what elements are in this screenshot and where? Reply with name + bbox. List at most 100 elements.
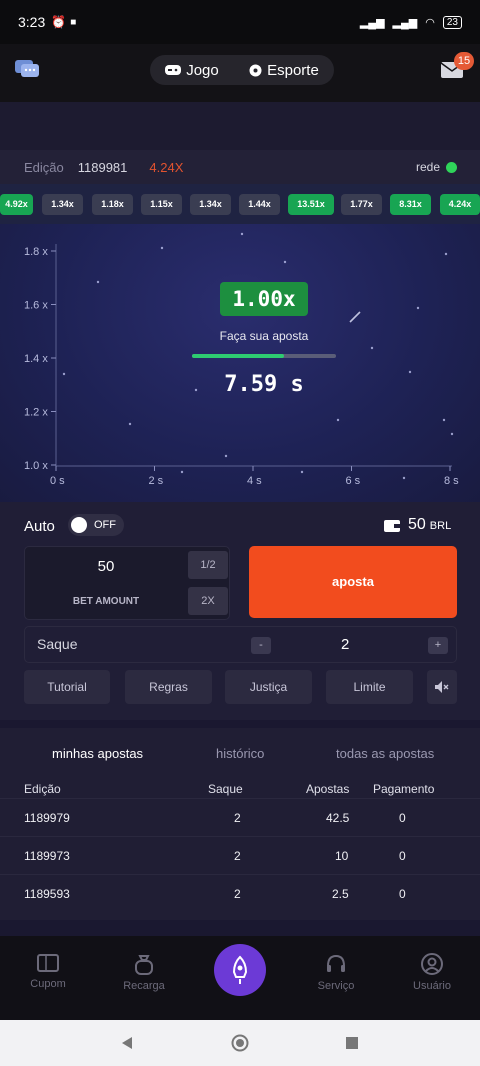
balance-value: 50 (408, 516, 426, 533)
back-icon[interactable] (120, 1036, 134, 1050)
y-tick-label: 1.2 x (24, 407, 48, 419)
cell-edition: 1189973 (24, 849, 70, 863)
star (240, 232, 244, 236)
col-pagamento: Pagamento (373, 782, 435, 796)
tab-usuario[interactable]: Usuário (397, 952, 467, 992)
table-row: 1189979 2 42.5 0 (0, 798, 480, 836)
cell-edition: 1189593 (24, 887, 70, 901)
y-tick-label: 1.0 x (24, 460, 48, 472)
y-tick-label: 1.6 x (24, 300, 48, 312)
table-row: 1189973 2 10 0 (0, 836, 480, 874)
history-chip: 8.31x (390, 194, 431, 215)
y-tick-label: 1.4 x (24, 353, 48, 365)
recents-icon[interactable] (346, 1037, 358, 1049)
countdown-progress-fill (192, 354, 285, 358)
x-tick-label: 8 s (444, 475, 459, 487)
star (450, 432, 454, 436)
star (300, 470, 304, 474)
shooting-star (349, 311, 361, 323)
mute-button[interactable] (427, 670, 457, 704)
history-chip: 1.44x (239, 194, 280, 215)
coupon-icon (37, 954, 59, 972)
star (408, 370, 412, 374)
tab-my-bets[interactable]: minhas apostas (52, 746, 143, 761)
history-chip: 1.34x (42, 194, 83, 215)
aposta-button[interactable]: aposta (249, 546, 457, 618)
col-edition: Edição (24, 782, 61, 796)
edition-label: Edição (24, 159, 64, 175)
history-chip: 1.77x (341, 194, 382, 215)
tab-servico[interactable]: Serviço (301, 952, 371, 992)
bet-controls: Auto OFF 50 BRL 50 BET AMOUNT 1/2 2X apos… (0, 502, 480, 720)
col-saque: Saque (208, 782, 243, 796)
half-button[interactable]: 1/2 (188, 551, 228, 579)
saque-label: Saque (37, 636, 78, 652)
balance-currency: BRL (429, 520, 452, 532)
justica-button[interactable]: Justiça (225, 670, 312, 704)
edition-bar: Edição 1189981 4.24X rede (0, 150, 480, 184)
star (180, 470, 184, 474)
star (442, 418, 446, 422)
bet-amount-input[interactable]: 50 (25, 551, 187, 583)
star (283, 260, 287, 264)
center-play-button[interactable] (214, 944, 266, 996)
saque-plus-button[interactable]: + (428, 637, 448, 654)
cell-apostas: 42.5 (326, 811, 350, 825)
status-bar: 3:23 ⏰ ■ ▂▄▆ ▂▄▆ ◠ 23 (0, 0, 480, 44)
signal-icon-2: ▂▄▆ (392, 16, 418, 29)
cell-pagamento: 0 (399, 811, 406, 825)
headset-icon (327, 954, 345, 972)
history-chip: 4.92x (0, 194, 33, 215)
col-apostas: Apostas (306, 782, 350, 796)
cell-saque: 2 (234, 887, 241, 901)
regras-button[interactable]: Regras (125, 670, 212, 704)
home-icon[interactable] (231, 1034, 249, 1052)
tab-esporte[interactable]: Esporte (249, 62, 319, 79)
limite-button[interactable]: Limite (326, 670, 413, 704)
tab-servico-label: Serviço (317, 980, 355, 992)
star (96, 280, 100, 284)
battery-icon: 23 (442, 15, 462, 29)
banner-area (0, 102, 480, 150)
toggle-knob (71, 517, 87, 533)
tab-recarga[interactable]: Recarga (109, 952, 179, 992)
multiplier-history: 4.92x 1.34x 1.18x 1.15x 1.34x 1.44x 13.5… (0, 184, 480, 224)
history-chip: 13.51x (288, 194, 334, 215)
saque-minus-button[interactable]: - (251, 637, 271, 654)
wifi-icon: ◠ (425, 16, 435, 29)
status-time: 3:23 (18, 14, 46, 30)
money-bag-icon (135, 955, 153, 975)
chat-icon[interactable] (14, 58, 40, 80)
bet-panel: 50 BET AMOUNT 1/2 2X (24, 546, 230, 620)
signal-icon: ▂▄▆ (359, 16, 385, 29)
star (128, 422, 132, 426)
auto-toggle[interactable]: OFF (68, 514, 124, 536)
saque-value[interactable]: 2 (341, 636, 349, 653)
video-icon: ■ (70, 16, 77, 28)
tab-cupom[interactable]: Cupom (13, 952, 83, 990)
tab-jogo-label: Jogo (186, 61, 219, 79)
user-icon (421, 953, 443, 975)
bottom-tab-bar: Cupom Recarga Serviço Usuário (0, 936, 480, 1020)
tab-all-bets[interactable]: todas as apostas (336, 746, 434, 761)
network-status-dot (446, 162, 457, 173)
gamepad-icon (165, 65, 182, 75)
history-chip: 1.34x (190, 194, 231, 215)
tab-history[interactable]: histórico (216, 746, 264, 761)
cell-saque: 2 (234, 811, 241, 825)
tab-jogo[interactable]: Jogo (165, 62, 219, 79)
bet-prompt: Faça sua aposta (219, 329, 309, 343)
network-label: rede (416, 160, 441, 174)
star (444, 252, 448, 256)
crash-graph: 1.8 x 1.6 x 1.4 x 1.2 x 1.0 x0 s 2 s 4 s 6 s 8 s… (0, 224, 480, 502)
double-button[interactable]: 2X (188, 587, 228, 615)
tab-cupom-label: Cupom (30, 978, 66, 990)
countdown-progress (192, 354, 336, 358)
mute-icon (435, 681, 449, 693)
x-tick-label: 4 s (247, 475, 262, 487)
edition-number: 1189981 (77, 159, 128, 175)
history-chip: 4.24x (440, 194, 480, 215)
tutorial-button[interactable]: Tutorial (24, 670, 110, 704)
tab-usuario-label: Usuário (413, 980, 451, 992)
last-multiplier: 4.24X (149, 159, 184, 175)
